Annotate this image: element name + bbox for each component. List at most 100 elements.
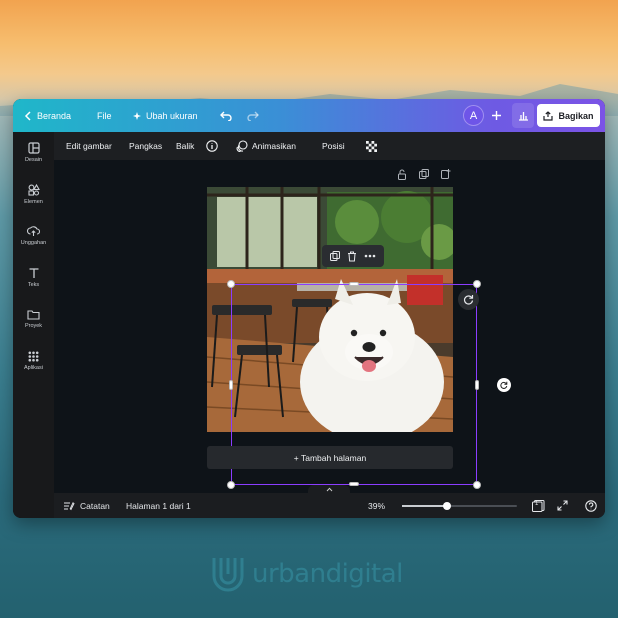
help-button[interactable] — [585, 493, 597, 518]
resize-handle-bottom[interactable] — [349, 482, 359, 486]
page-indicator[interactable]: Halaman 1 dari 1 — [126, 493, 191, 518]
share-button[interactable]: Bagikan — [537, 104, 600, 127]
watermark-text: urbandigital — [252, 559, 403, 589]
avatar[interactable]: A — [463, 105, 484, 126]
page-grid-button[interactable]: 1 — [532, 493, 545, 518]
notes-label: Catatan — [80, 500, 110, 511]
animate-icon — [236, 140, 248, 152]
home-label: Beranda — [37, 110, 72, 121]
resize-button[interactable]: Ubah ukuran — [133, 99, 198, 132]
chevron-left-icon — [24, 110, 31, 121]
share-upload-icon — [543, 110, 554, 121]
sidebar-item-design[interactable]: Desain — [13, 142, 54, 178]
fullscreen-button[interactable] — [557, 493, 568, 518]
urbandigital-logo-icon — [212, 558, 244, 592]
rotate-handle[interactable] — [497, 378, 511, 392]
resize-handle-bottom-left[interactable] — [227, 481, 235, 489]
file-menu-button[interactable]: File — [97, 99, 112, 132]
page-indicator-label: Halaman 1 dari 1 — [126, 500, 191, 511]
sidebar: Desain Elemen Unggahan Teks Proyek Aplik… — [13, 132, 54, 518]
animate-button[interactable]: Animasikan — [236, 132, 296, 160]
resize-label: Ubah ukuran — [146, 110, 198, 121]
pages-icon — [532, 499, 545, 512]
collapse-pages-button[interactable] — [308, 485, 350, 494]
sidebar-item-label: Unggahan — [20, 240, 47, 246]
undo-button[interactable] — [220, 99, 232, 132]
layout-icon — [27, 142, 40, 154]
position-button[interactable]: Posisi — [322, 132, 345, 160]
crop-button[interactable]: Pangkas — [129, 132, 162, 160]
info-icon — [206, 140, 218, 152]
redo-button[interactable] — [247, 99, 259, 132]
expand-icon — [557, 500, 568, 511]
share-label: Bagikan — [558, 110, 594, 121]
trash-icon[interactable] — [347, 251, 357, 262]
element-actions-bar — [322, 245, 384, 267]
more-options-icon[interactable] — [364, 254, 376, 258]
redo-icon — [247, 111, 259, 121]
lock-icon[interactable] — [397, 169, 407, 180]
top-bar: Beranda File Ubah ukuran A Bagikan — [13, 99, 605, 132]
zoom-slider-knob[interactable] — [443, 502, 451, 510]
resize-handle-bottom-right[interactable] — [473, 481, 481, 489]
sidebar-item-label: Teks — [27, 282, 40, 288]
resize-handle-top-left[interactable] — [227, 280, 235, 288]
editor-window: Beranda File Ubah ukuran A Bagikan Desai… — [13, 99, 605, 518]
transparency-button[interactable] — [366, 132, 377, 160]
add-page-icon[interactable] — [441, 169, 451, 179]
edit-image-label: Edit gambar — [66, 141, 112, 151]
animate-label: Animasikan — [252, 141, 296, 151]
sidebar-item-uploads[interactable]: Unggahan — [13, 225, 54, 261]
resize-handle-left[interactable] — [229, 380, 233, 390]
zoom-value[interactable]: 39% — [368, 493, 385, 518]
add-collaborator-button[interactable] — [486, 105, 507, 126]
sidebar-item-elements[interactable]: Elemen — [13, 184, 54, 220]
insights-button[interactable] — [512, 103, 534, 128]
apps-grid-icon — [28, 351, 39, 362]
crop-label: Pangkas — [129, 141, 163, 151]
bar-chart-icon — [518, 111, 528, 121]
folder-icon — [27, 310, 40, 320]
position-label: Posisi — [322, 141, 345, 151]
sidebar-item-label: Proyek — [24, 323, 43, 329]
sidebar-item-label: Desain — [24, 157, 43, 163]
undo-icon — [220, 111, 232, 121]
text-icon — [29, 268, 38, 278]
cloud-upload-icon — [27, 226, 40, 236]
shapes-icon — [27, 184, 40, 196]
zoom-slider[interactable] — [402, 502, 517, 510]
sidebar-item-projects[interactable]: Proyek — [13, 309, 54, 345]
sidebar-item-label: Elemen — [24, 199, 43, 205]
zoom-slider-fill — [402, 505, 447, 507]
rotate-icon — [500, 381, 508, 389]
page-actions — [397, 169, 451, 180]
copy-icon[interactable] — [329, 251, 340, 261]
replace-image-button[interactable] — [458, 289, 479, 310]
file-label: File — [97, 110, 112, 121]
notes-icon — [64, 501, 75, 510]
edit-image-button[interactable]: Edit gambar — [66, 132, 112, 160]
home-button[interactable]: Beranda — [24, 99, 71, 132]
chevron-up-icon — [326, 487, 332, 492]
bottom-bar: Catatan Halaman 1 dari 1 39% 1 — [54, 485, 605, 518]
refresh-icon — [464, 295, 474, 305]
context-toolbar: Edit gambar Pangkas Balik Animasikan Pos… — [54, 132, 605, 160]
add-page-button[interactable]: + Tambah halaman — [207, 446, 453, 469]
sparkle-icon — [133, 111, 141, 120]
resize-handle-right[interactable] — [475, 380, 479, 390]
notes-button[interactable]: Catatan — [63, 493, 110, 518]
flip-label: Balik — [176, 141, 195, 151]
transparency-checker-icon — [366, 140, 377, 152]
flip-button[interactable]: Balik — [176, 132, 194, 160]
duplicate-page-icon[interactable] — [419, 169, 429, 179]
resize-handle-top[interactable] — [349, 282, 359, 286]
resize-handle-top-right[interactable] — [473, 280, 481, 288]
zoom-label: 39% — [368, 500, 386, 511]
plus-icon — [492, 111, 501, 120]
design-canvas: + Tambah halaman — [54, 160, 605, 493]
info-button[interactable] — [206, 132, 218, 160]
help-icon — [585, 499, 597, 512]
page-count: 1 — [535, 501, 539, 507]
sidebar-item-text[interactable]: Teks — [13, 267, 54, 303]
sidebar-item-apps[interactable]: Aplikasi — [13, 351, 54, 387]
